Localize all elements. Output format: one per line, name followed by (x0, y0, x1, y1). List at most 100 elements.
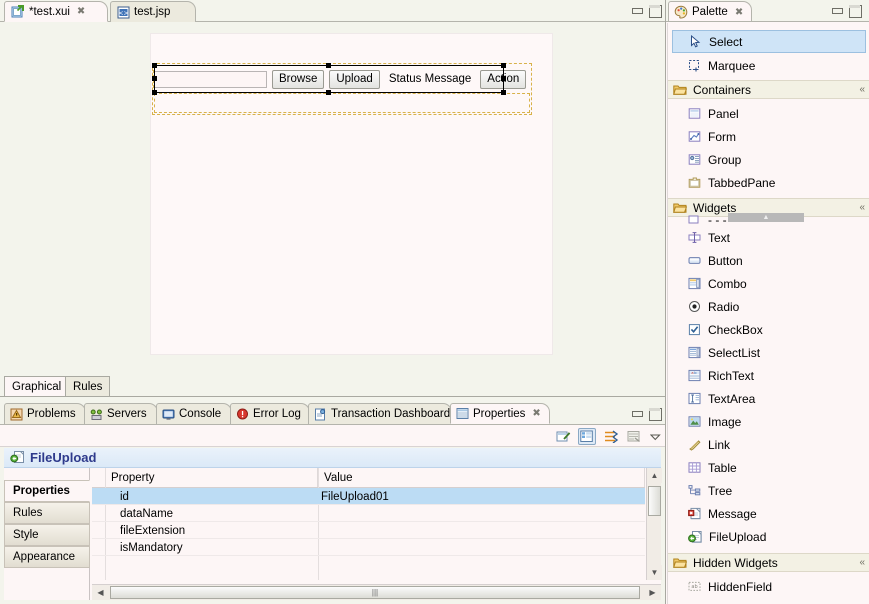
view-tab-problems[interactable]: Problems (4, 403, 86, 424)
palette-item-group[interactable]: Group (672, 148, 866, 171)
palette-item-label: Panel (708, 106, 739, 121)
palette-item-panel[interactable]: Panel (672, 102, 866, 125)
view-tab-servers[interactable]: Servers (84, 403, 158, 424)
scroll-up-arrow-icon[interactable]: ▲ (647, 468, 662, 483)
palette-item-label: TabbedPane (708, 175, 776, 190)
properties-table[interactable]: Property Value id FileUpload01 dataName (92, 468, 662, 600)
bottom-view-maximize-button[interactable] (648, 407, 662, 421)
design-canvas[interactable]: Browse Upload Status Message Action (2, 23, 663, 376)
view-tab-error-log[interactable]: Error Log (230, 403, 310, 424)
resize-handle-bottom-center[interactable] (326, 90, 331, 95)
editor-tab-test-xui[interactable]: *test.xui ✖ (4, 1, 108, 22)
show-advanced-properties-icon[interactable] (554, 428, 572, 445)
resize-handle-top-left[interactable] (152, 63, 157, 68)
side-tab-style[interactable]: Style (4, 524, 90, 546)
message-icon (688, 507, 701, 520)
palette-maximize-button[interactable] (848, 4, 862, 18)
palette-item-table[interactable]: Table (672, 456, 866, 479)
editor-tab-label: test.jsp (134, 6, 171, 18)
resize-handle-middle-right[interactable] (501, 76, 506, 81)
scroll-right-arrow-icon[interactable]: ▶ (645, 586, 660, 599)
side-tab-appearance[interactable]: Appearance (4, 546, 90, 568)
view-menu-chevron-icon[interactable] (646, 428, 664, 445)
close-icon[interactable]: ✖ (532, 408, 540, 419)
open-folder-icon (673, 84, 687, 96)
palette-item-combo[interactable]: Combo (672, 272, 866, 295)
view-tab-palette[interactable]: Palette ✖ (668, 1, 753, 22)
bottom-view-minimize-button[interactable] (630, 407, 643, 420)
close-icon[interactable]: ✖ (735, 7, 743, 18)
view-tab-properties[interactable]: Properties ✖ (450, 403, 550, 424)
palette-item-form[interactable]: Form (672, 125, 866, 148)
problems-icon (10, 408, 23, 421)
column-header-property[interactable]: Property (105, 468, 318, 487)
palette-item-text[interactable]: Text (672, 226, 866, 249)
view-tab-transaction-dashboard[interactable]: Transaction Dashboard (308, 403, 452, 424)
palette-item-label: Select (709, 34, 743, 49)
palette-item-link[interactable]: Link (672, 433, 866, 456)
column-header-value[interactable]: Value (318, 468, 645, 487)
palette-item-radio[interactable]: Radio (672, 295, 866, 318)
vertical-scroll-thumb[interactable] (648, 486, 661, 516)
editor-page-tab-graphical[interactable]: Graphical (4, 376, 70, 396)
palette-group-hidden-widgets[interactable]: Hidden Widgets « (668, 553, 869, 572)
editor-page-tab-rules[interactable]: Rules (65, 376, 111, 396)
marquee-icon (688, 59, 701, 72)
scroll-down-arrow-icon[interactable]: ▼ (647, 565, 662, 580)
properties-vertical-scrollbar[interactable]: ▲ ▼ (646, 468, 662, 580)
show-categories-icon[interactable] (578, 428, 596, 445)
palette-item-textarea[interactable]: TextArea (672, 387, 866, 410)
table-row[interactable]: dataName (92, 505, 645, 522)
resize-handle-middle-left[interactable] (152, 76, 157, 81)
palette-item-hiddenfield[interactable]: ab HiddenField (672, 575, 866, 598)
palette-item-button[interactable]: Button (672, 249, 866, 272)
collapse-chevron-icon[interactable]: « (859, 557, 864, 568)
close-icon[interactable]: ✖ (77, 6, 85, 17)
sort-properties-icon[interactable] (602, 428, 620, 445)
palette-tool-select[interactable]: Select (672, 30, 866, 53)
palette-item-message[interactable]: Message (672, 502, 866, 525)
properties-horizontal-scrollbar[interactable]: ◀ ||| ▶ (92, 584, 661, 600)
palette-item-tabbedpane[interactable]: TabbedPane (672, 171, 866, 194)
horizontal-scroll-thumb[interactable]: ||| (110, 586, 640, 599)
palette-content[interactable]: Select Marquee Containers « Panel Form G… (667, 23, 869, 604)
resize-handle-top-right[interactable] (501, 63, 506, 68)
side-tab-rules[interactable]: Rules (4, 502, 90, 524)
editor-minimize-button[interactable] (630, 4, 643, 17)
table-row[interactable]: id FileUpload01 (92, 488, 645, 505)
palette-tool-marquee[interactable]: Marquee (672, 54, 866, 77)
scroll-left-arrow-icon[interactable]: ◀ (93, 586, 108, 599)
palette-item-selectlist[interactable]: SelectList (672, 341, 866, 364)
textarea-icon (688, 392, 701, 405)
palette-item-tree[interactable]: Tree (672, 479, 866, 502)
error-log-icon (236, 408, 249, 421)
palette-view: Palette ✖ Select Marquee Containers « Pa… (666, 0, 869, 604)
palette-scroll-up-indicator[interactable]: ▲ (728, 213, 804, 222)
palette-item-image[interactable]: Image (672, 410, 866, 433)
editor-area: <> test.jsp *test.xui ✖ Browse Upload St… (0, 0, 665, 400)
side-tab-properties[interactable]: Properties (4, 480, 90, 502)
svg-text:<>: <> (118, 9, 128, 16)
view-tab-console[interactable]: Console (156, 403, 232, 424)
editor-maximize-button[interactable] (648, 4, 662, 18)
table-row[interactable]: fileExtension (92, 522, 645, 539)
palette-item-fileupload[interactable]: FileUpload (672, 525, 866, 548)
resize-handle-top-center[interactable] (326, 63, 331, 68)
palette-group-containers[interactable]: Containers « (668, 80, 869, 99)
selection-box[interactable] (152, 63, 506, 95)
editor-tab-test-jsp[interactable]: <> test.jsp (110, 1, 196, 22)
side-tab-label: Appearance (13, 551, 76, 563)
resize-handle-bottom-right[interactable] (501, 90, 506, 95)
property-value[interactable]: FileUpload01 (321, 488, 389, 505)
resize-handle-bottom-left[interactable] (152, 90, 157, 95)
palette-item-richtext[interactable]: a b RichText (672, 364, 866, 387)
palette-item-checkbox[interactable]: CheckBox (672, 318, 866, 341)
palette-item-label: Radio (708, 299, 740, 314)
table-row[interactable]: isMandatory (92, 539, 645, 556)
palette-minimize-button[interactable] (830, 4, 843, 17)
palette-item-label: Marquee (708, 58, 756, 73)
restore-default-value-icon[interactable] (625, 428, 643, 445)
label-icon (688, 215, 701, 225)
property-name: id (120, 490, 129, 503)
collapse-chevron-icon[interactable]: « (859, 84, 864, 95)
